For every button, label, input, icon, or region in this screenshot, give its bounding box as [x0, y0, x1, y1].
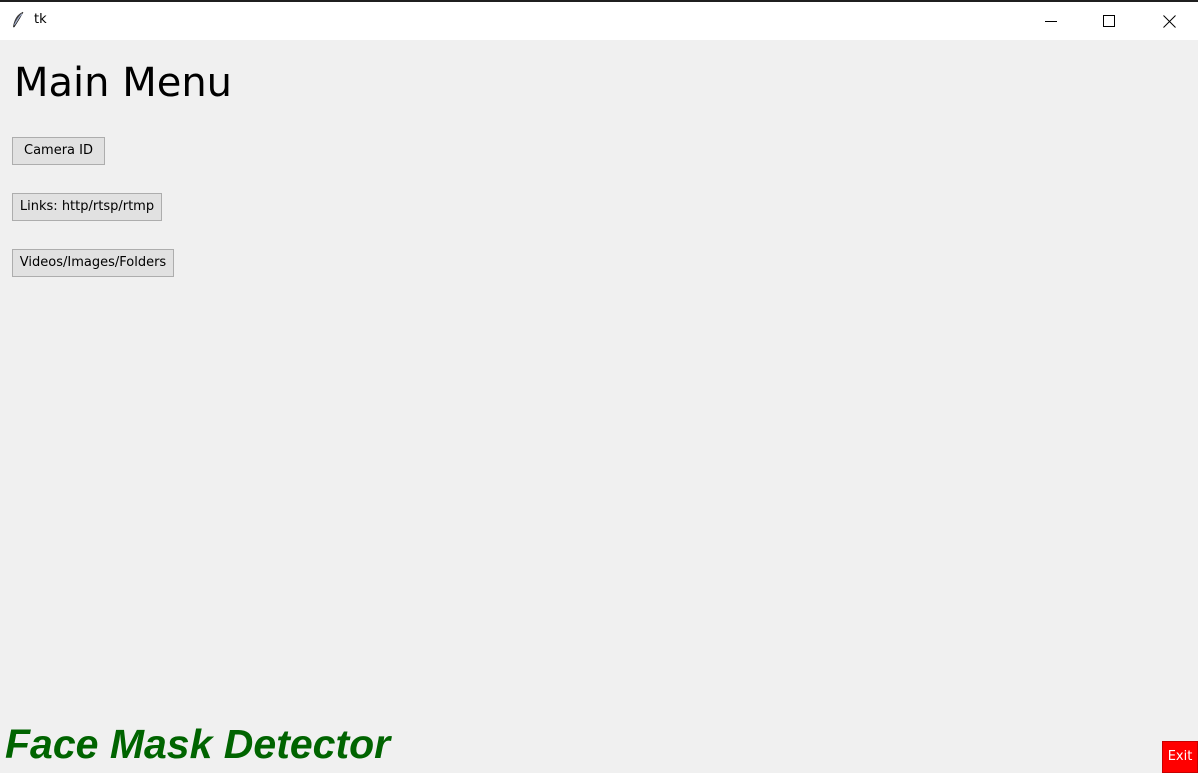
close-button[interactable]	[1140, 2, 1198, 40]
feather-icon	[11, 11, 25, 29]
window-title: tk	[34, 12, 47, 27]
app-name-label: Face Mask Detector	[5, 721, 391, 767]
videos-images-folders-button[interactable]: Videos/Images/Folders	[12, 249, 174, 277]
minimize-button[interactable]	[1022, 2, 1080, 40]
close-icon	[1162, 14, 1176, 28]
links-button[interactable]: Links: http/rtsp/rtmp	[12, 193, 162, 221]
exit-button[interactable]: Exit	[1162, 741, 1198, 773]
page-title: Main Menu	[14, 60, 233, 106]
minimize-icon	[1045, 15, 1057, 27]
maximize-icon	[1103, 15, 1115, 27]
title-bar[interactable]: tk	[0, 2, 1198, 40]
maximize-button[interactable]	[1080, 2, 1138, 40]
main-window-content: Main Menu Camera ID Links: http/rtsp/rtm…	[0, 40, 1198, 773]
camera-id-button[interactable]: Camera ID	[12, 137, 105, 165]
